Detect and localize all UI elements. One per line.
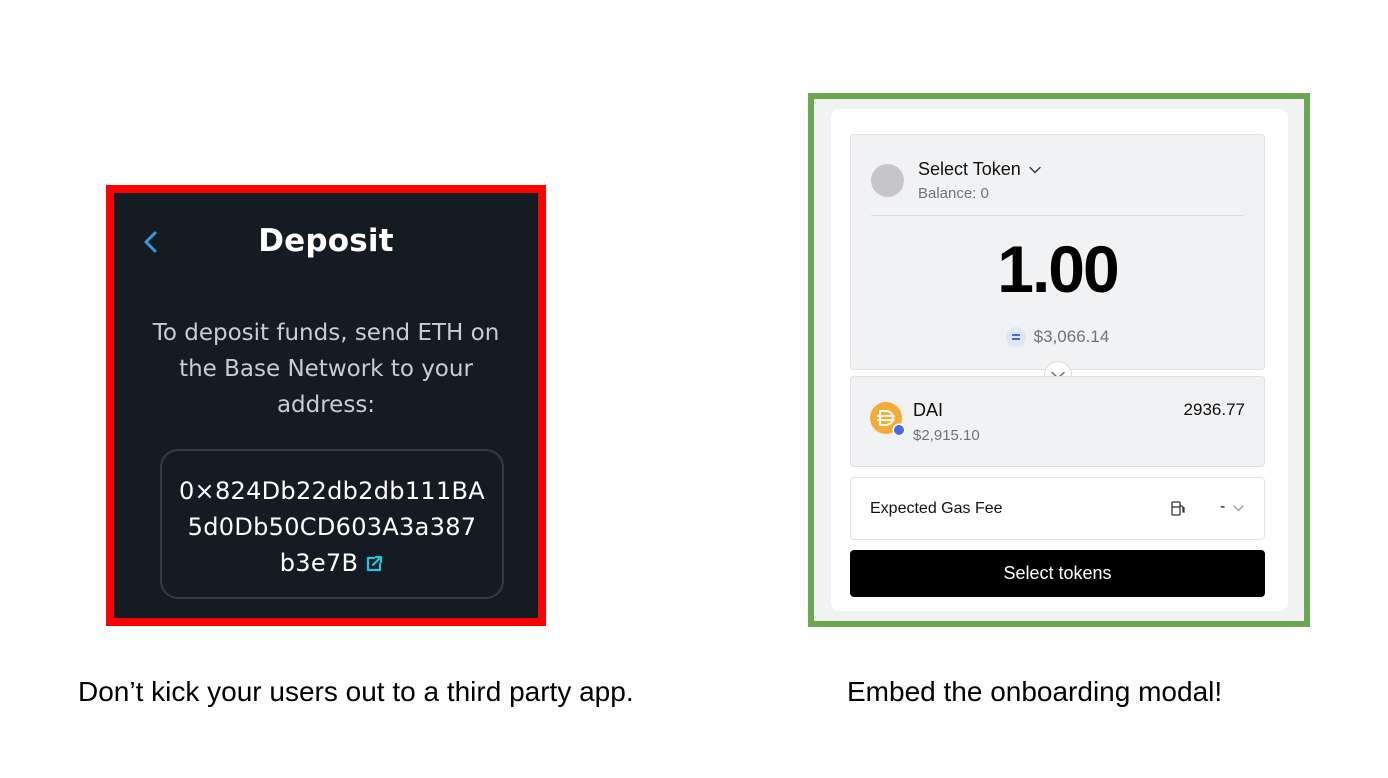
address-line: 5d0Db50CD603A3a387: [187, 513, 477, 541]
address-line-text: b3e7B: [279, 549, 359, 577]
gas-fee-row[interactable]: Expected Gas Fee -: [850, 477, 1265, 540]
deposit-title: Deposit: [258, 223, 394, 259]
amount-usd: $3,066.14: [1033, 327, 1110, 346]
address-box[interactable]: 0×824Db22db2db111BA 5d0Db50CD603A3a387 b…: [160, 449, 504, 599]
token-usd-value: $2,915.10: [913, 427, 980, 444]
chevron-down-icon: [1233, 505, 1244, 512]
gas-fee-value: -: [1220, 498, 1226, 515]
select-token-label: Select Token: [918, 159, 1021, 179]
gas-pump-icon: [1171, 501, 1185, 516]
chevron-down-icon: [1029, 167, 1041, 174]
balance-text: Balance: 0: [918, 185, 989, 202]
equals-icon: [1005, 326, 1026, 347]
amount-input[interactable]: 1.00: [851, 231, 1264, 307]
gas-fee-label: Expected Gas Fee: [870, 500, 1003, 517]
to-token-card[interactable]: DAI $2,915.10 2936.77: [850, 376, 1265, 467]
caption-left: Don’t kick your users out to a third par…: [78, 676, 634, 707]
token-amount: 2936.77: [1183, 400, 1245, 419]
dai-token-icon: [870, 402, 906, 437]
select-token-dropdown[interactable]: Select Token: [918, 159, 1041, 180]
address-line: 0×824Db22db2db111BA: [178, 477, 486, 505]
external-link-icon[interactable]: [364, 554, 384, 574]
deposit-instructions: To deposit funds, send ETH on the Base N…: [152, 320, 500, 418]
divider: [871, 215, 1244, 216]
onboarding-modal-frame: Select Token Balance: 0 1.00 $3,066.14 D…: [808, 93, 1310, 627]
select-tokens-button[interactable]: Select tokens: [850, 550, 1265, 597]
address-line-last: b3e7B: [162, 545, 502, 581]
caption-right: Embed the onboarding modal!: [847, 676, 1223, 707]
amount-usd-row: $3,066.14: [851, 326, 1264, 348]
token-name: DAI: [913, 400, 944, 420]
onboarding-modal: Select Token Balance: 0 1.00 $3,066.14 D…: [831, 109, 1288, 611]
token-placeholder-icon: [871, 164, 904, 197]
deposit-panel: Deposit To deposit funds, send ETH on th…: [106, 185, 546, 626]
from-token-card: Select Token Balance: 0 1.00 $3,066.14: [850, 134, 1265, 370]
